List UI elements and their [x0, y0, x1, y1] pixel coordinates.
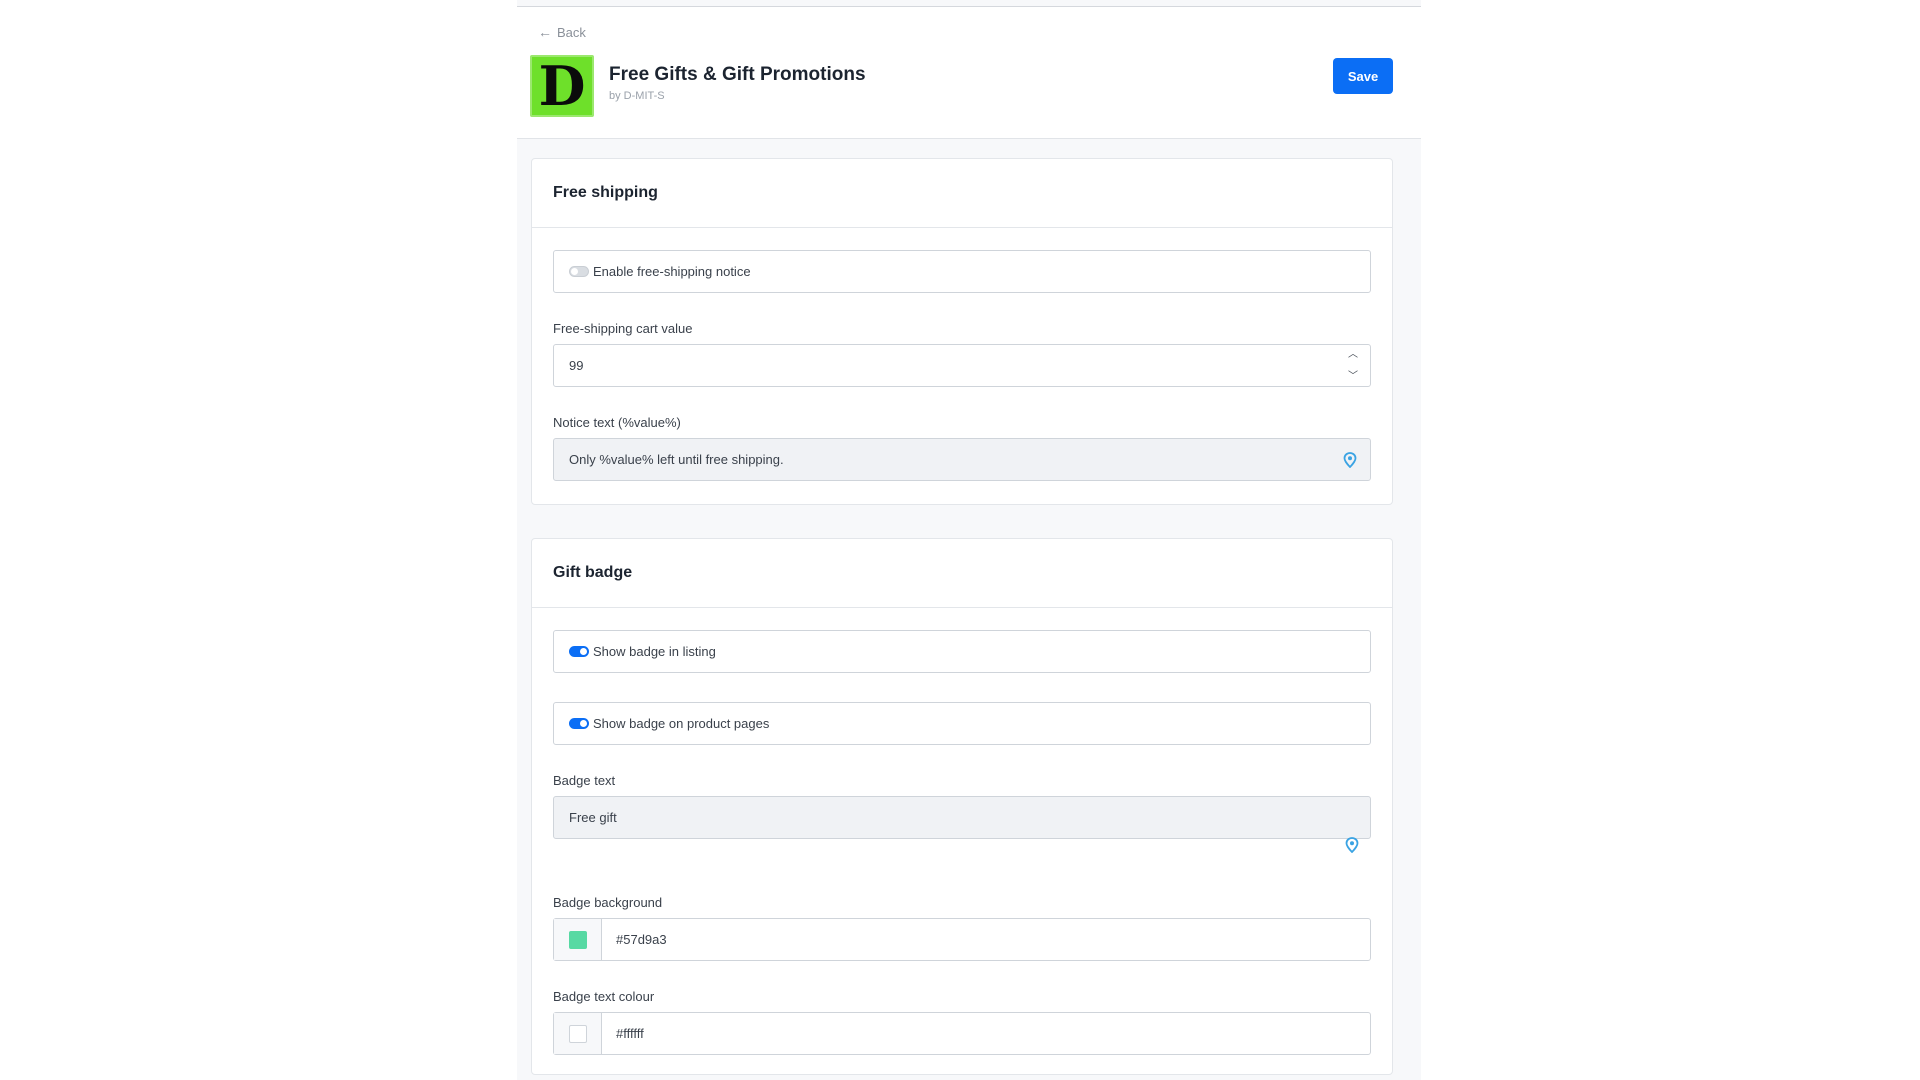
- free-shipping-title: Free shipping: [532, 159, 1392, 228]
- notice-text-value: Only %value% left until free shipping.: [569, 452, 784, 467]
- chevron-up-icon[interactable]: ︿: [1348, 350, 1358, 360]
- notice-text-label: Notice text (%value%): [553, 415, 681, 430]
- show-badge-product-toggle[interactable]: [569, 718, 589, 729]
- badge-background-input[interactable]: #57d9a3: [553, 918, 1371, 961]
- chevron-down-icon[interactable]: ﹀: [1348, 372, 1358, 382]
- gift-badge-card: Gift badge Show badge in listing Show ba…: [531, 538, 1393, 1075]
- show-badge-listing-label: Show badge in listing: [593, 644, 716, 659]
- cart-value-label: Free-shipping cart value: [553, 321, 693, 336]
- app-settings-page: ← Back D Free Gifts & Gift Promotions by…: [517, 0, 1421, 1080]
- badge-text-label: Badge text: [553, 773, 616, 788]
- enable-free-shipping-toggle-row[interactable]: Enable free-shipping notice: [553, 250, 1371, 293]
- arrow-left-icon: ←: [538, 24, 552, 40]
- badge-text-colour-input[interactable]: #ffffff: [553, 1012, 1371, 1055]
- enable-free-shipping-toggle[interactable]: [569, 266, 589, 277]
- gift-badge-title: Gift badge: [532, 539, 1392, 608]
- page-header: ← Back D Free Gifts & Gift Promotions by…: [517, 7, 1421, 139]
- badge-text-colour-label: Badge text colour: [553, 989, 655, 1004]
- badge-text-colour-swatch-button[interactable]: [554, 1013, 602, 1054]
- show-badge-product-label: Show badge on product pages: [593, 716, 770, 731]
- cart-value-input[interactable]: 99 ︿ ﹀: [553, 344, 1371, 387]
- back-link[interactable]: ← Back: [538, 22, 586, 42]
- app-logo: D: [530, 55, 594, 117]
- badge-background-value: #57d9a3: [616, 932, 667, 947]
- map-pin-icon[interactable]: [1343, 452, 1357, 468]
- app-vendor: by D-MIT-S: [609, 90, 665, 102]
- enable-free-shipping-label: Enable free-shipping notice: [593, 264, 751, 279]
- badge-text-value: Free gift: [569, 810, 617, 825]
- color-swatch: [568, 930, 587, 949]
- badge-background-label: Badge background: [553, 895, 663, 910]
- free-shipping-card: Free shipping Enable free-shipping notic…: [531, 158, 1393, 505]
- show-badge-listing-toggle-row[interactable]: Show badge in listing: [553, 630, 1371, 673]
- show-badge-product-toggle-row[interactable]: Show badge on product pages: [553, 702, 1371, 745]
- badge-text-colour-value: #ffffff: [616, 1026, 644, 1041]
- notice-text-input[interactable]: Only %value% left until free shipping.: [553, 438, 1371, 481]
- badge-text-input[interactable]: Free gift: [553, 796, 1371, 839]
- map-pin-icon[interactable]: [1345, 837, 1359, 853]
- badge-background-swatch-button[interactable]: [554, 919, 602, 960]
- page-title: Free Gifts & Gift Promotions: [609, 64, 866, 85]
- cart-value-text: 99: [569, 358, 584, 373]
- color-swatch: [568, 1024, 587, 1043]
- show-badge-listing-toggle[interactable]: [569, 646, 589, 657]
- cart-value-stepper[interactable]: ︿ ﹀: [1346, 350, 1360, 382]
- back-label: Back: [557, 24, 586, 40]
- save-button[interactable]: Save: [1333, 58, 1393, 94]
